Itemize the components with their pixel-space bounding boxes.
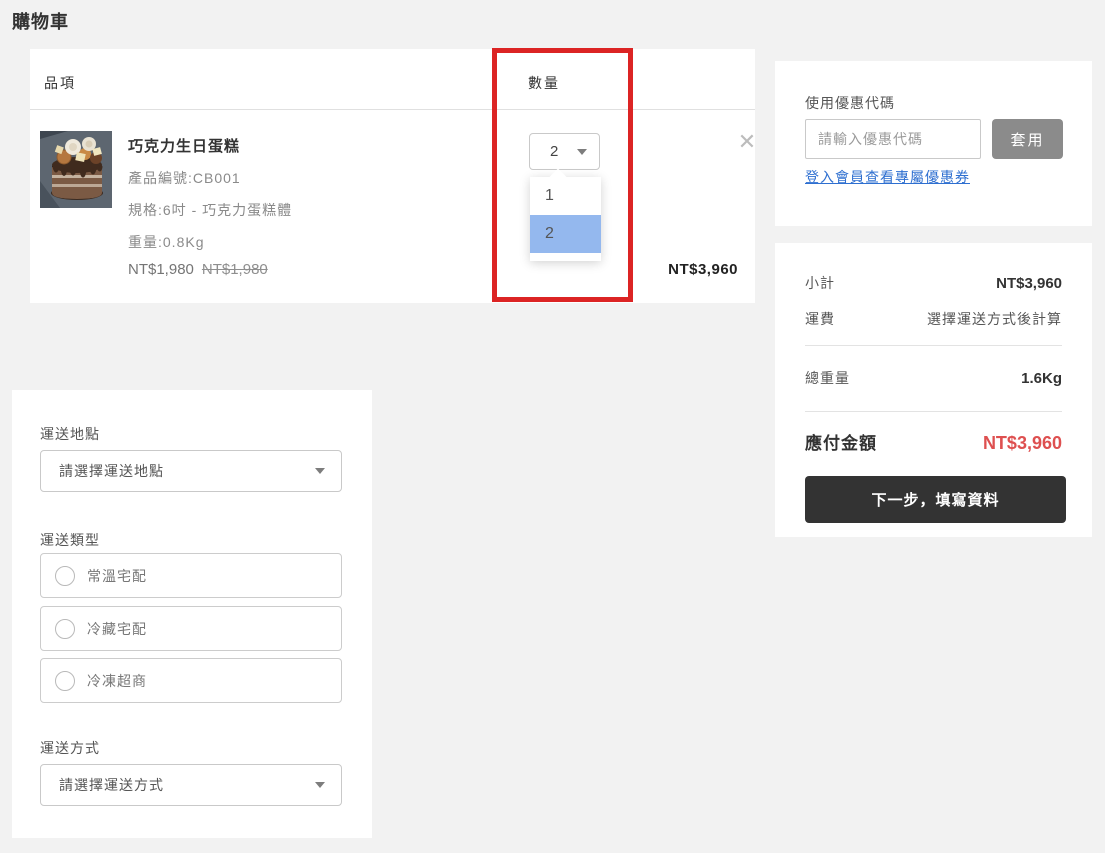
coupon-code-input[interactable] bbox=[805, 119, 981, 159]
cart-card: 品項 數量 巧克力生日蛋糕 產品編 bbox=[30, 49, 755, 303]
shipping-type-option-refrigerated[interactable]: 冷藏宅配 bbox=[40, 606, 342, 651]
quantity-option-2-selected[interactable]: 2 bbox=[530, 215, 601, 253]
radio-icon bbox=[55, 671, 75, 691]
chevron-down-icon bbox=[315, 782, 325, 788]
chevron-down-icon bbox=[577, 149, 587, 155]
shipping-fee-value: 選擇運送方式後計算 bbox=[927, 309, 1062, 329]
product-price: NT$1,980 NT$1,980 bbox=[128, 261, 268, 278]
payable-row: 應付金額 NT$3,960 bbox=[805, 429, 1062, 454]
cart-table-header: 品項 數量 bbox=[30, 49, 755, 110]
radio-label: 常溫宅配 bbox=[87, 566, 147, 586]
quantity-selected-value: 2 bbox=[550, 143, 558, 160]
shipping-method-placeholder: 請選擇運送方式 bbox=[59, 775, 164, 795]
radio-label: 冷凍超商 bbox=[87, 671, 147, 691]
divider bbox=[805, 411, 1062, 412]
apply-coupon-button[interactable]: 套用 bbox=[992, 119, 1063, 159]
product-info: 巧克力生日蛋糕 產品編號:CB001 規格:6吋 - 巧克力蛋糕體 重量:0.8… bbox=[128, 135, 292, 252]
chevron-down-icon bbox=[315, 468, 325, 474]
total-weight-label: 總重量 bbox=[805, 368, 850, 388]
radio-icon bbox=[55, 566, 75, 586]
subtotal-row: 小計 NT$3,960 bbox=[805, 273, 1062, 293]
product-spec: 規格:6吋 - 巧克力蛋糕體 bbox=[128, 200, 292, 220]
product-sku: 產品編號:CB001 bbox=[128, 168, 292, 188]
product-image bbox=[40, 131, 112, 208]
member-login-link[interactable]: 登入會員查看專屬優惠券 bbox=[805, 167, 970, 187]
column-header-quantity: 數量 bbox=[528, 73, 560, 93]
coupon-card: 使用優惠代碼 套用 登入會員查看專屬優惠券 bbox=[775, 61, 1092, 226]
quantity-dropdown-menu: 1 2 bbox=[530, 177, 601, 261]
shipping-fee-row: 運費 選擇運送方式後計算 bbox=[805, 309, 1062, 329]
quantity-option-1[interactable]: 1 bbox=[530, 177, 601, 215]
coupon-label: 使用優惠代碼 bbox=[805, 93, 895, 113]
subtotal-value: NT$3,960 bbox=[996, 275, 1062, 292]
product-name: 巧克力生日蛋糕 bbox=[128, 135, 292, 156]
total-weight-value: 1.6Kg bbox=[1021, 370, 1062, 387]
next-step-button[interactable]: 下一步，填寫資料 bbox=[805, 476, 1066, 523]
line-total: NT$3,960 bbox=[668, 261, 738, 278]
product-weight: 重量:0.8Kg bbox=[128, 232, 292, 252]
payable-label: 應付金額 bbox=[805, 429, 877, 454]
divider bbox=[805, 345, 1062, 346]
shipping-method-select[interactable]: 請選擇運送方式 bbox=[40, 764, 342, 806]
shipping-type-option-frozen[interactable]: 冷凍超商 bbox=[40, 658, 342, 703]
unit-price: NT$1,980 bbox=[128, 261, 194, 278]
total-weight-row: 總重量 1.6Kg bbox=[805, 368, 1062, 388]
column-header-item: 品項 bbox=[44, 73, 76, 93]
radio-icon bbox=[55, 619, 75, 639]
radio-label: 冷藏宅配 bbox=[87, 619, 147, 639]
order-summary-card: 小計 NT$3,960 運費 選擇運送方式後計算 總重量 1.6Kg 應付金額 … bbox=[775, 243, 1092, 537]
shipping-location-label: 運送地點 bbox=[40, 424, 100, 444]
shipping-fee-label: 運費 bbox=[805, 309, 835, 329]
page-title: 購物車 bbox=[12, 8, 69, 34]
shipping-type-option-normal[interactable]: 常溫宅配 bbox=[40, 553, 342, 598]
quantity-select[interactable]: 2 bbox=[529, 133, 600, 170]
shipping-type-label: 運送類型 bbox=[40, 530, 100, 550]
payable-value: NT$3,960 bbox=[983, 433, 1062, 454]
remove-item-icon[interactable]: ✕ bbox=[734, 129, 760, 155]
shipping-location-select[interactable]: 請選擇運送地點 bbox=[40, 450, 342, 492]
subtotal-label: 小計 bbox=[805, 273, 835, 293]
shipping-method-label: 運送方式 bbox=[40, 738, 100, 758]
shipping-location-placeholder: 請選擇運送地點 bbox=[59, 461, 164, 481]
shipping-options-card: 運送地點 請選擇運送地點 運送類型 常溫宅配 冷藏宅配 冷凍超商 運送方式 請選… bbox=[12, 390, 372, 838]
original-price-strikethrough: NT$1,980 bbox=[202, 261, 268, 278]
